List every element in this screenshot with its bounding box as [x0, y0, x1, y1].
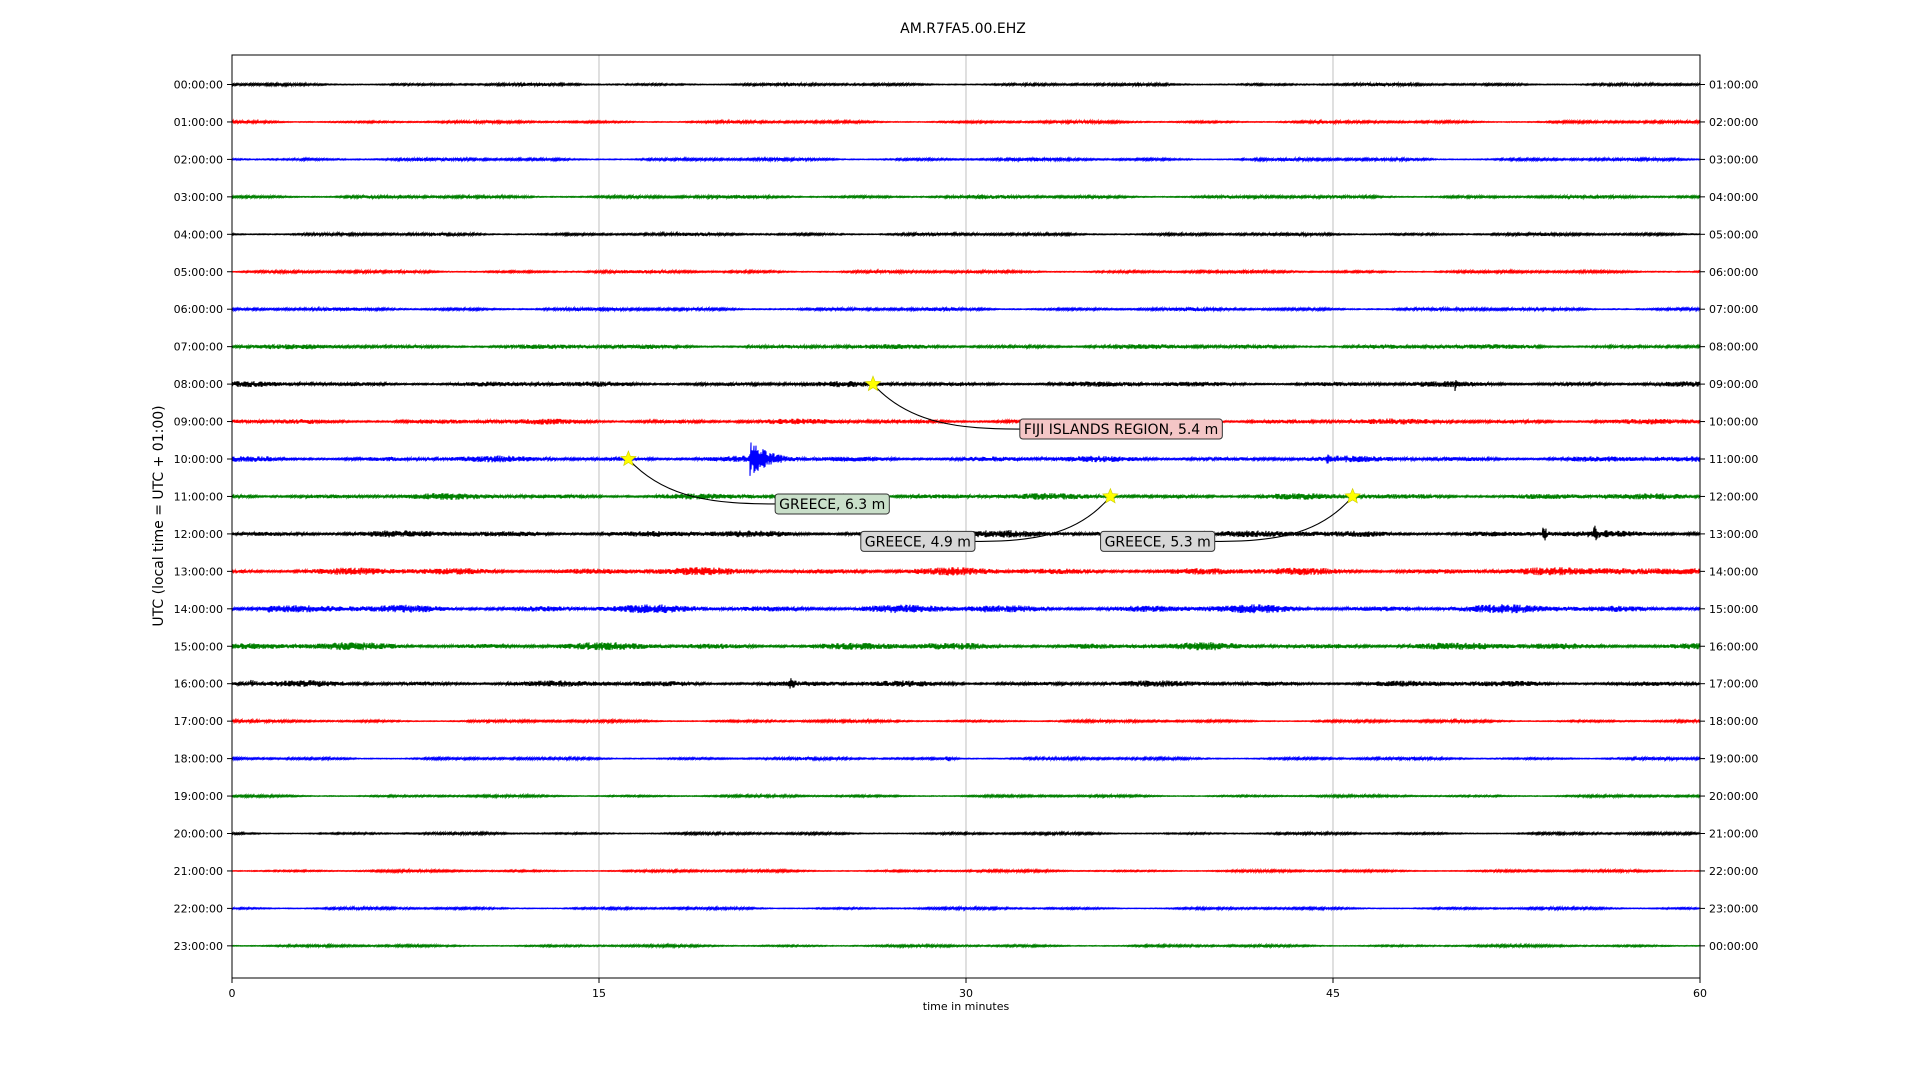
trace-row-20	[231, 830, 1701, 837]
right-tick-label: 05:00:00	[1709, 228, 1758, 241]
event-annotations: FIJI ISLANDS REGION, 5.4 m GREECE, 6.3 m G…	[620, 375, 1361, 552]
event-star-icon	[1344, 487, 1361, 504]
seismogram-chart: AM.R7FA5.00.EHZ 00:00:00 01:00:00 02:00:00…	[151, 21, 1758, 1013]
left-tick-labels: 00:00:00 01:00:00 02:00:00 03:00:00 04:00:00…	[174, 79, 232, 953]
right-tick-label: 21:00:00	[1709, 828, 1758, 841]
x-tick-label: 15	[592, 987, 606, 1000]
right-tick-label: 17:00:00	[1709, 678, 1758, 691]
event-label: GREECE, 6.3 m	[779, 497, 885, 513]
right-tick-label: 07:00:00	[1709, 303, 1758, 316]
trace-row-1	[231, 118, 1701, 126]
left-tick-label: 21:00:00	[174, 865, 223, 878]
left-tick-label: 15:00:00	[174, 640, 223, 653]
x-axis-label: time in minutes	[923, 1000, 1010, 1013]
x-tick-label: 30	[959, 987, 973, 1000]
right-tick-label: 03:00:00	[1709, 153, 1758, 166]
left-tick-label: 20:00:00	[174, 828, 223, 841]
right-tick-label: 15:00:00	[1709, 603, 1758, 616]
right-tick-label: 01:00:00	[1709, 79, 1758, 92]
left-tick-label: 06:00:00	[174, 303, 223, 316]
right-tick-label: 08:00:00	[1709, 341, 1758, 354]
trace-row-21	[231, 867, 1701, 875]
right-tick-label: 19:00:00	[1709, 753, 1758, 766]
left-tick-label: 23:00:00	[174, 940, 223, 953]
right-tick-label: 11:00:00	[1709, 453, 1758, 466]
x-tick-label: 45	[1326, 987, 1340, 1000]
left-tick-label: 13:00:00	[174, 565, 223, 578]
left-tick-label: 18:00:00	[174, 753, 223, 766]
right-tick-labels: 01:00:00 02:00:00 03:00:00 04:00:00 05:00:00…	[1700, 79, 1758, 953]
right-tick-label: 20:00:00	[1709, 790, 1758, 803]
left-tick-label: 01:00:00	[174, 116, 223, 129]
right-tick-label: 06:00:00	[1709, 266, 1758, 279]
left-tick-label: 14:00:00	[174, 603, 223, 616]
left-tick-label: 17:00:00	[174, 715, 223, 728]
left-tick-label: 16:00:00	[174, 678, 223, 691]
event-label: FIJI ISLANDS REGION, 5.4 m	[1024, 422, 1219, 438]
left-tick-label: 00:00:00	[174, 79, 223, 92]
right-tick-label: 09:00:00	[1709, 378, 1758, 391]
right-tick-label: 13:00:00	[1709, 528, 1758, 541]
event-label: GREECE, 4.9 m	[865, 534, 971, 550]
right-tick-label: 16:00:00	[1709, 640, 1758, 653]
left-tick-label: 04:00:00	[174, 228, 223, 241]
left-tick-label: 12:00:00	[174, 528, 223, 541]
left-tick-label: 03:00:00	[174, 191, 223, 204]
x-tick-label: 0	[229, 987, 236, 1000]
trace-row-4	[231, 230, 1701, 238]
event-star-icon	[1101, 487, 1119, 504]
event-star-icon	[620, 450, 637, 467]
trace-row-23	[231, 942, 1701, 950]
left-tick-label: 10:00:00	[174, 453, 223, 466]
left-tick-label: 08:00:00	[174, 378, 223, 391]
right-tick-label: 18:00:00	[1709, 715, 1758, 728]
left-tick-label: 19:00:00	[174, 790, 223, 803]
x-tick-label: 60	[1693, 987, 1707, 1000]
right-tick-label: 14:00:00	[1709, 565, 1758, 578]
right-tick-label: 02:00:00	[1709, 116, 1758, 129]
left-tick-label: 07:00:00	[174, 341, 223, 354]
right-tick-label: 10:00:00	[1709, 416, 1758, 429]
event-star-icon	[864, 375, 882, 392]
chart-title: AM.R7FA5.00.EHZ	[900, 21, 1026, 37]
right-tick-label: 22:00:00	[1709, 865, 1758, 878]
right-tick-label: 00:00:00	[1709, 940, 1758, 953]
left-tick-label: 09:00:00	[174, 416, 223, 429]
right-tick-label: 04:00:00	[1709, 191, 1758, 204]
event-label: GREECE, 5.3 m	[1105, 534, 1211, 550]
left-tick-label: 11:00:00	[174, 490, 223, 503]
right-tick-label: 23:00:00	[1709, 902, 1758, 915]
right-tick-label: 12:00:00	[1709, 490, 1758, 503]
left-tick-label: 02:00:00	[174, 153, 223, 166]
grid-lines	[598, 55, 1334, 978]
left-tick-label: 22:00:00	[174, 902, 223, 915]
left-tick-label: 05:00:00	[174, 266, 223, 279]
y-axis-label: UTC (local time = UTC + 01:00)	[151, 405, 167, 626]
event-annotation-2: GREECE, 4.9 m	[860, 487, 1119, 552]
x-tick-labels: 0 15 30 45 60	[229, 978, 1707, 1000]
